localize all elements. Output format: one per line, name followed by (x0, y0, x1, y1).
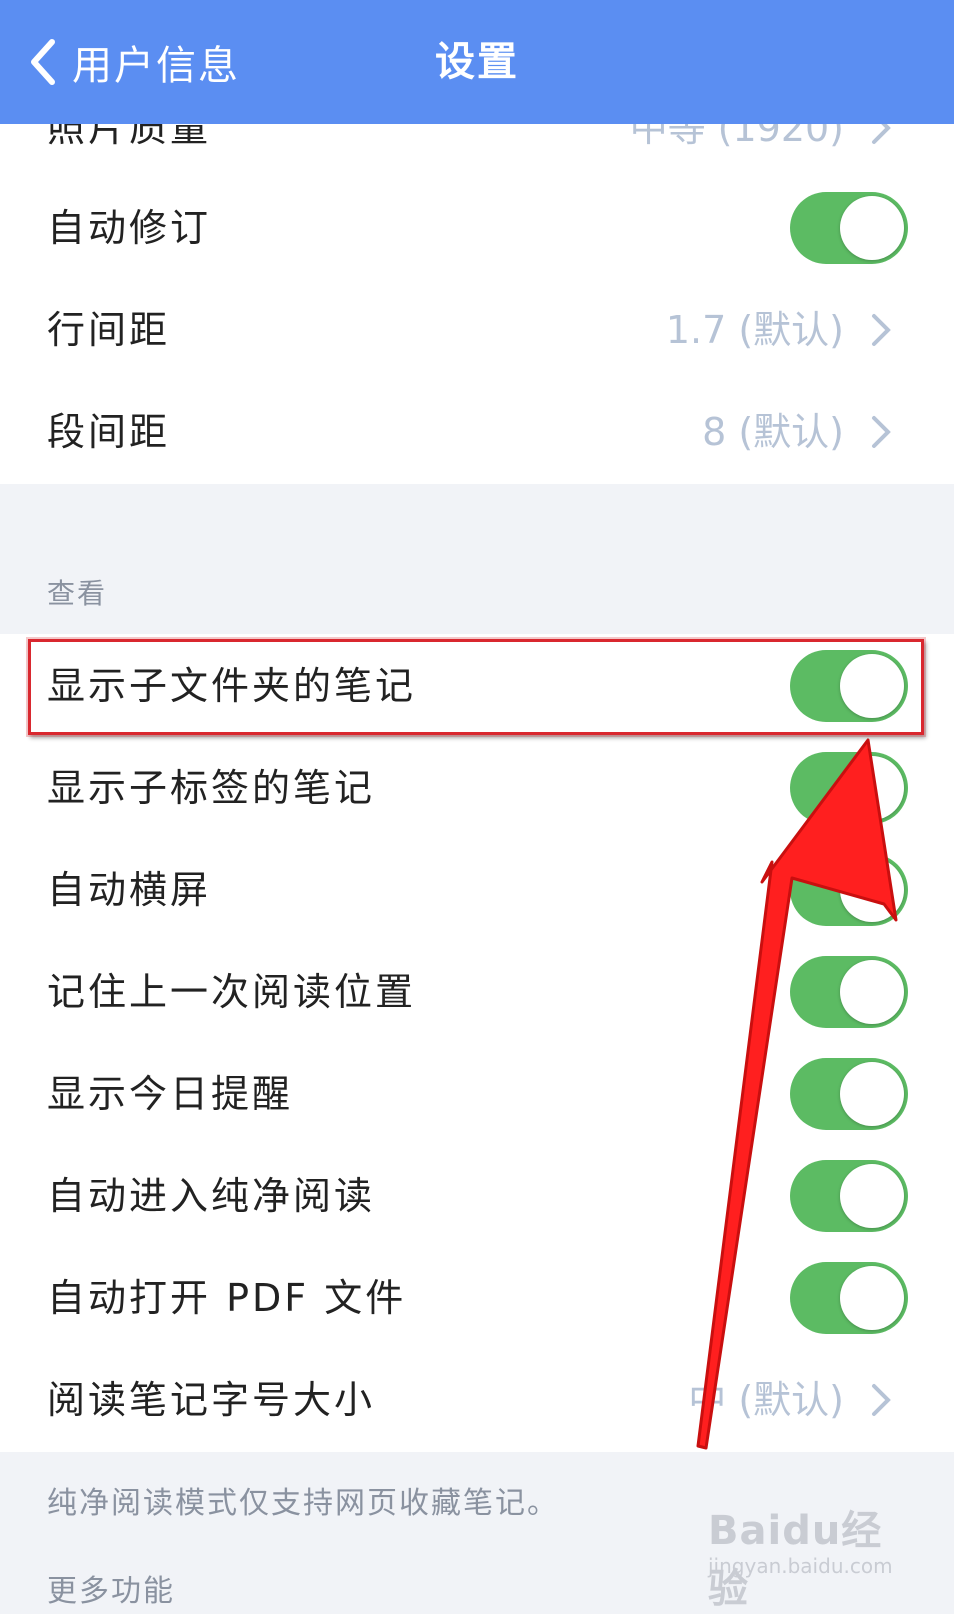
row-reading-font-size[interactable]: 阅读笔记字号大小 中 (默认) (0, 1348, 954, 1452)
row-value: 1.7 (默认) (665, 308, 844, 352)
toggle-knob (840, 196, 904, 260)
toggle-knob (840, 960, 904, 1024)
clean-reading-note: 纯净阅读模式仅支持网页收藏笔记。 (47, 1486, 559, 1521)
row-value: 中 (默认) (688, 1378, 844, 1422)
watermark-url: jingyan.baidu.com (708, 1554, 893, 1578)
auto-rotate-toggle[interactable] (790, 854, 908, 926)
row-label: 自动修订 (47, 206, 212, 250)
row-show-subfolder-notes: 显示子文件夹的笔记 (0, 634, 954, 738)
row-label: 阅读笔记字号大小 (47, 1378, 376, 1422)
row-label: 自动进入纯净阅读 (47, 1174, 376, 1218)
row-line-spacing[interactable]: 行间距 1.7 (默认) (0, 278, 954, 382)
row-show-today-reminder: 显示今日提醒 (0, 1042, 954, 1146)
watermark: Baidu经验 jingyan.baidu.com (708, 1498, 898, 1612)
row-label: 段间距 (47, 410, 171, 454)
row-label: 显示子标签的笔记 (47, 766, 376, 810)
row-auto-open-pdf: 自动打开 PDF 文件 (0, 1246, 954, 1350)
auto-open-pdf-toggle[interactable] (790, 1262, 908, 1334)
toggle-knob (840, 1164, 904, 1228)
nav-bar: 用户信息 设置 (0, 0, 954, 124)
row-label: 自动打开 PDF 文件 (47, 1276, 407, 1320)
row-label: 显示今日提醒 (47, 1072, 294, 1116)
row-auto-rotate: 自动横屏 (0, 838, 954, 942)
row-show-subtag-notes: 显示子标签的笔记 (0, 736, 954, 840)
row-value: 8 (默认) (702, 410, 844, 454)
toggle-knob (840, 1062, 904, 1126)
row-label: 行间距 (47, 308, 171, 352)
row-auto-clean-reading: 自动进入纯净阅读 (0, 1144, 954, 1248)
row-paragraph-spacing[interactable]: 段间距 8 (默认) (0, 380, 954, 484)
toggle-knob (840, 1266, 904, 1330)
today-reminder-toggle[interactable] (790, 1058, 908, 1130)
page-title: 设置 (435, 39, 519, 85)
row-remember-reading-position: 记住上一次阅读位置 (0, 940, 954, 1044)
show-subtag-notes-toggle[interactable] (790, 752, 908, 824)
row-auto-revise: 自动修订 (0, 176, 954, 280)
clean-reading-toggle[interactable] (790, 1160, 908, 1232)
section-header-view: 查看 (47, 577, 108, 610)
toggle-knob (840, 756, 904, 820)
row-label: 自动横屏 (47, 868, 212, 912)
section-header-more: 更多功能 (47, 1574, 175, 1609)
chevron-right-icon (872, 1384, 891, 1416)
row-label: 显示子文件夹的笔记 (47, 664, 417, 708)
chevron-right-icon (872, 416, 891, 448)
remember-position-toggle[interactable] (790, 956, 908, 1028)
auto-revise-toggle[interactable] (790, 192, 908, 264)
show-subfolder-notes-toggle[interactable] (790, 650, 908, 722)
toggle-knob (840, 858, 904, 922)
row-label: 记住上一次阅读位置 (47, 970, 417, 1014)
toggle-knob (840, 654, 904, 718)
chevron-right-icon (872, 314, 891, 346)
